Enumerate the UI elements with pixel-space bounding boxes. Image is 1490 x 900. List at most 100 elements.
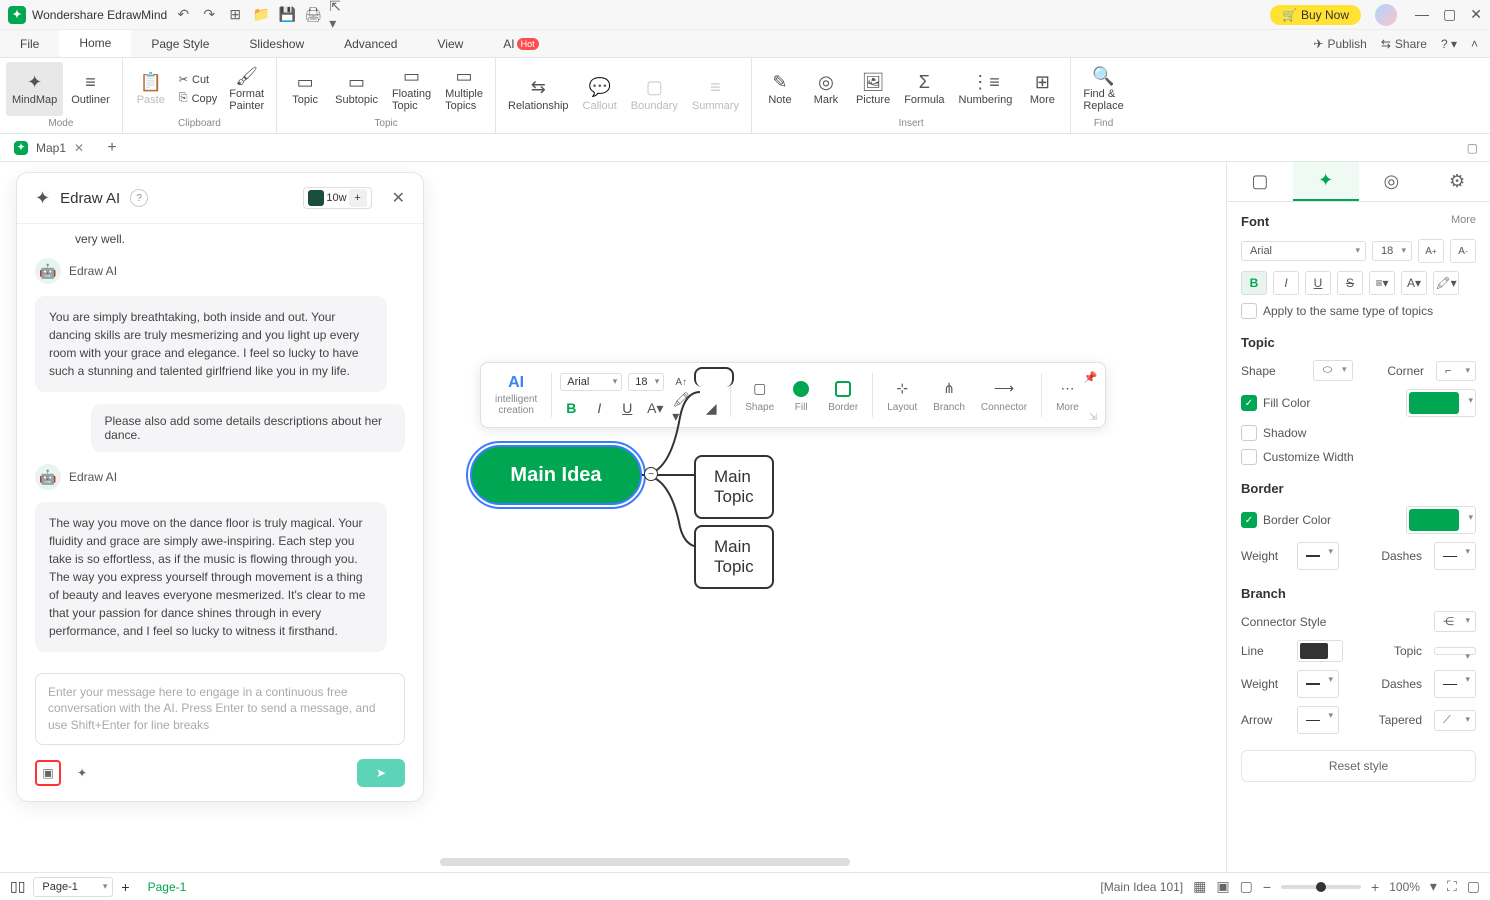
connector-button[interactable]: ⟶Connector bbox=[975, 378, 1033, 413]
menu-page-style[interactable]: Page Style bbox=[131, 30, 229, 57]
publish-button[interactable]: ✈ Publish bbox=[1313, 37, 1366, 51]
line-color-picker[interactable] bbox=[1297, 640, 1343, 662]
topic-node-partial[interactable] bbox=[694, 367, 734, 387]
ai-tool-1-button[interactable]: ▣ bbox=[35, 760, 61, 786]
view-mode-3-icon[interactable]: ▢ bbox=[1240, 878, 1253, 895]
expand-toolbar-icon[interactable]: ⇲ bbox=[1089, 412, 1097, 423]
strikethrough-button[interactable]: S bbox=[1337, 271, 1363, 295]
zoom-slider[interactable] bbox=[1281, 885, 1361, 889]
pages-icon[interactable]: ▯▯ bbox=[10, 878, 25, 895]
italic-button[interactable]: I bbox=[1273, 271, 1299, 295]
font-color-button[interactable]: A▾ bbox=[1401, 271, 1427, 295]
main-idea-node[interactable]: Main Idea bbox=[470, 445, 642, 505]
copy-button[interactable]: ⎘ Copy bbox=[175, 90, 222, 107]
menu-advanced[interactable]: Advanced bbox=[324, 30, 417, 57]
add-tab-button[interactable]: + bbox=[100, 136, 124, 160]
add-credits-button[interactable]: + bbox=[349, 189, 367, 207]
format-painter-button[interactable]: 🖌Format Painter bbox=[223, 62, 270, 116]
border-color-picker[interactable] bbox=[1406, 506, 1476, 534]
mindmap-mode-button[interactable]: ✦MindMap bbox=[6, 62, 63, 116]
increase-font-button[interactable]: A+ bbox=[1418, 239, 1444, 263]
page-select[interactable]: Page-1 bbox=[33, 877, 113, 897]
collapse-ribbon-button[interactable]: ˄ bbox=[1471, 37, 1478, 51]
cut-button[interactable]: ✂ Cut bbox=[175, 71, 222, 88]
paste-button[interactable]: 📋Paste bbox=[129, 62, 173, 116]
redo-icon[interactable]: ↷ bbox=[199, 5, 219, 25]
numbering-button[interactable]: ⋮≡Numbering bbox=[953, 62, 1019, 116]
ai-credits[interactable]: 10w + bbox=[303, 187, 371, 209]
add-page-button[interactable]: + bbox=[121, 879, 129, 895]
close-button[interactable]: ✕ bbox=[1470, 6, 1482, 23]
view-mode-1-icon[interactable]: ▦ bbox=[1193, 878, 1206, 895]
ai-chat-body[interactable]: very well. 🤖 Edraw AI You are simply bre… bbox=[17, 224, 423, 665]
menu-home[interactable]: Home bbox=[59, 30, 131, 57]
formula-button[interactable]: ΣFormula bbox=[898, 62, 950, 116]
undo-icon[interactable]: ↶ bbox=[173, 5, 193, 25]
user-avatar[interactable] bbox=[1375, 4, 1397, 26]
connector-style-select[interactable]: ⋲ bbox=[1434, 611, 1476, 632]
more-options-button[interactable]: ⋯More bbox=[1050, 378, 1085, 413]
export-icon[interactable]: ⇱ ▾ bbox=[329, 5, 349, 25]
close-panel-icon[interactable]: ✕ bbox=[392, 188, 405, 208]
callout-button[interactable]: 💬Callout bbox=[577, 62, 623, 127]
layout-button[interactable]: ⊹Layout bbox=[881, 378, 923, 413]
align-button[interactable]: ≡▾ bbox=[1369, 271, 1395, 295]
branch-weight-select[interactable] bbox=[1297, 670, 1339, 698]
reset-style-button[interactable]: Reset style bbox=[1241, 750, 1476, 782]
maximize-button[interactable]: ▢ bbox=[1443, 6, 1456, 23]
border-weight-select[interactable] bbox=[1297, 542, 1339, 570]
panel-tab-style[interactable]: ▢ bbox=[1227, 162, 1293, 201]
print-icon[interactable]: 🖨 bbox=[303, 5, 323, 25]
border-color-checkbox[interactable]: ✓ bbox=[1241, 512, 1257, 528]
more-insert-button[interactable]: ⊞More bbox=[1020, 62, 1064, 116]
menu-file[interactable]: File bbox=[0, 30, 59, 57]
send-button[interactable]: ➤ bbox=[357, 759, 405, 787]
buy-now-button[interactable]: 🛒 Buy Now bbox=[1270, 5, 1361, 25]
menu-ai[interactable]: AIHot bbox=[483, 30, 558, 57]
expand-tabs-icon[interactable]: ▢ bbox=[1467, 141, 1486, 155]
zoom-dropdown[interactable]: ▾ bbox=[1430, 878, 1437, 895]
branch-dashes-select[interactable] bbox=[1434, 670, 1476, 698]
panel-tab-icons[interactable]: ◎ bbox=[1359, 162, 1425, 201]
note-button[interactable]: ✎Note bbox=[758, 62, 802, 116]
new-icon[interactable]: ⊞ bbox=[225, 5, 245, 25]
multiple-topics-button[interactable]: ▭Multiple Topics bbox=[439, 62, 489, 116]
fill-color-picker[interactable] bbox=[1406, 389, 1476, 417]
horizontal-scrollbar[interactable] bbox=[440, 858, 850, 866]
fill-color-checkbox[interactable]: ✓ bbox=[1241, 395, 1257, 411]
pin-icon[interactable]: 📌 bbox=[1084, 371, 1098, 384]
decrease-font-button[interactable]: A- bbox=[1450, 239, 1476, 263]
zoom-in-button[interactable]: + bbox=[1371, 879, 1379, 895]
font-more-link[interactable]: More bbox=[1451, 214, 1476, 229]
panel-tab-ai[interactable]: ✦ bbox=[1293, 162, 1359, 201]
open-icon[interactable]: 📁 bbox=[251, 5, 271, 25]
boundary-button[interactable]: ▢Boundary bbox=[625, 62, 684, 127]
zoom-out-button[interactable]: − bbox=[1263, 879, 1271, 895]
topic-node[interactable]: Main Topic bbox=[694, 455, 774, 519]
shape-select[interactable]: ⬭ bbox=[1313, 360, 1353, 381]
close-tab-icon[interactable]: ✕ bbox=[74, 141, 84, 155]
document-tab[interactable]: ✦ Map1 ✕ bbox=[4, 137, 94, 159]
subtopic-button[interactable]: ▭Subtopic bbox=[329, 62, 384, 116]
mark-button[interactable]: ◎Mark bbox=[804, 62, 848, 116]
shadow-checkbox[interactable] bbox=[1241, 425, 1257, 441]
view-mode-2-icon[interactable]: ▣ bbox=[1216, 878, 1229, 895]
help-icon[interactable]: ? bbox=[130, 189, 148, 207]
branch-button[interactable]: ⋔Branch bbox=[927, 378, 971, 413]
minimize-button[interactable]: — bbox=[1415, 6, 1429, 23]
ai-input[interactable]: Enter your message here to engage in a c… bbox=[35, 673, 405, 745]
help-button[interactable]: ? ▾ bbox=[1441, 37, 1457, 51]
font-size-select[interactable]: 18 bbox=[1372, 241, 1412, 261]
canvas[interactable]: ✦ Edraw AI ? 10w + ✕ very well. 🤖 Edraw … bbox=[0, 162, 1226, 872]
tapered-select[interactable]: ⟋ bbox=[1434, 710, 1476, 731]
outliner-mode-button[interactable]: ≡Outliner bbox=[65, 62, 116, 116]
customize-width-checkbox[interactable] bbox=[1241, 449, 1257, 465]
ai-tool-2-button[interactable]: ✦ bbox=[69, 760, 95, 786]
save-icon[interactable]: 💾 bbox=[277, 5, 297, 25]
expand-collapse-handle[interactable]: − bbox=[644, 467, 658, 481]
menu-slideshow[interactable]: Slideshow bbox=[229, 30, 324, 57]
fit-screen-icon[interactable]: ⛶ bbox=[1447, 878, 1457, 895]
fullscreen-icon[interactable]: ▢ bbox=[1467, 878, 1480, 895]
branch-topic-select[interactable] bbox=[1434, 647, 1476, 655]
topic-button[interactable]: ▭Topic bbox=[283, 62, 327, 116]
